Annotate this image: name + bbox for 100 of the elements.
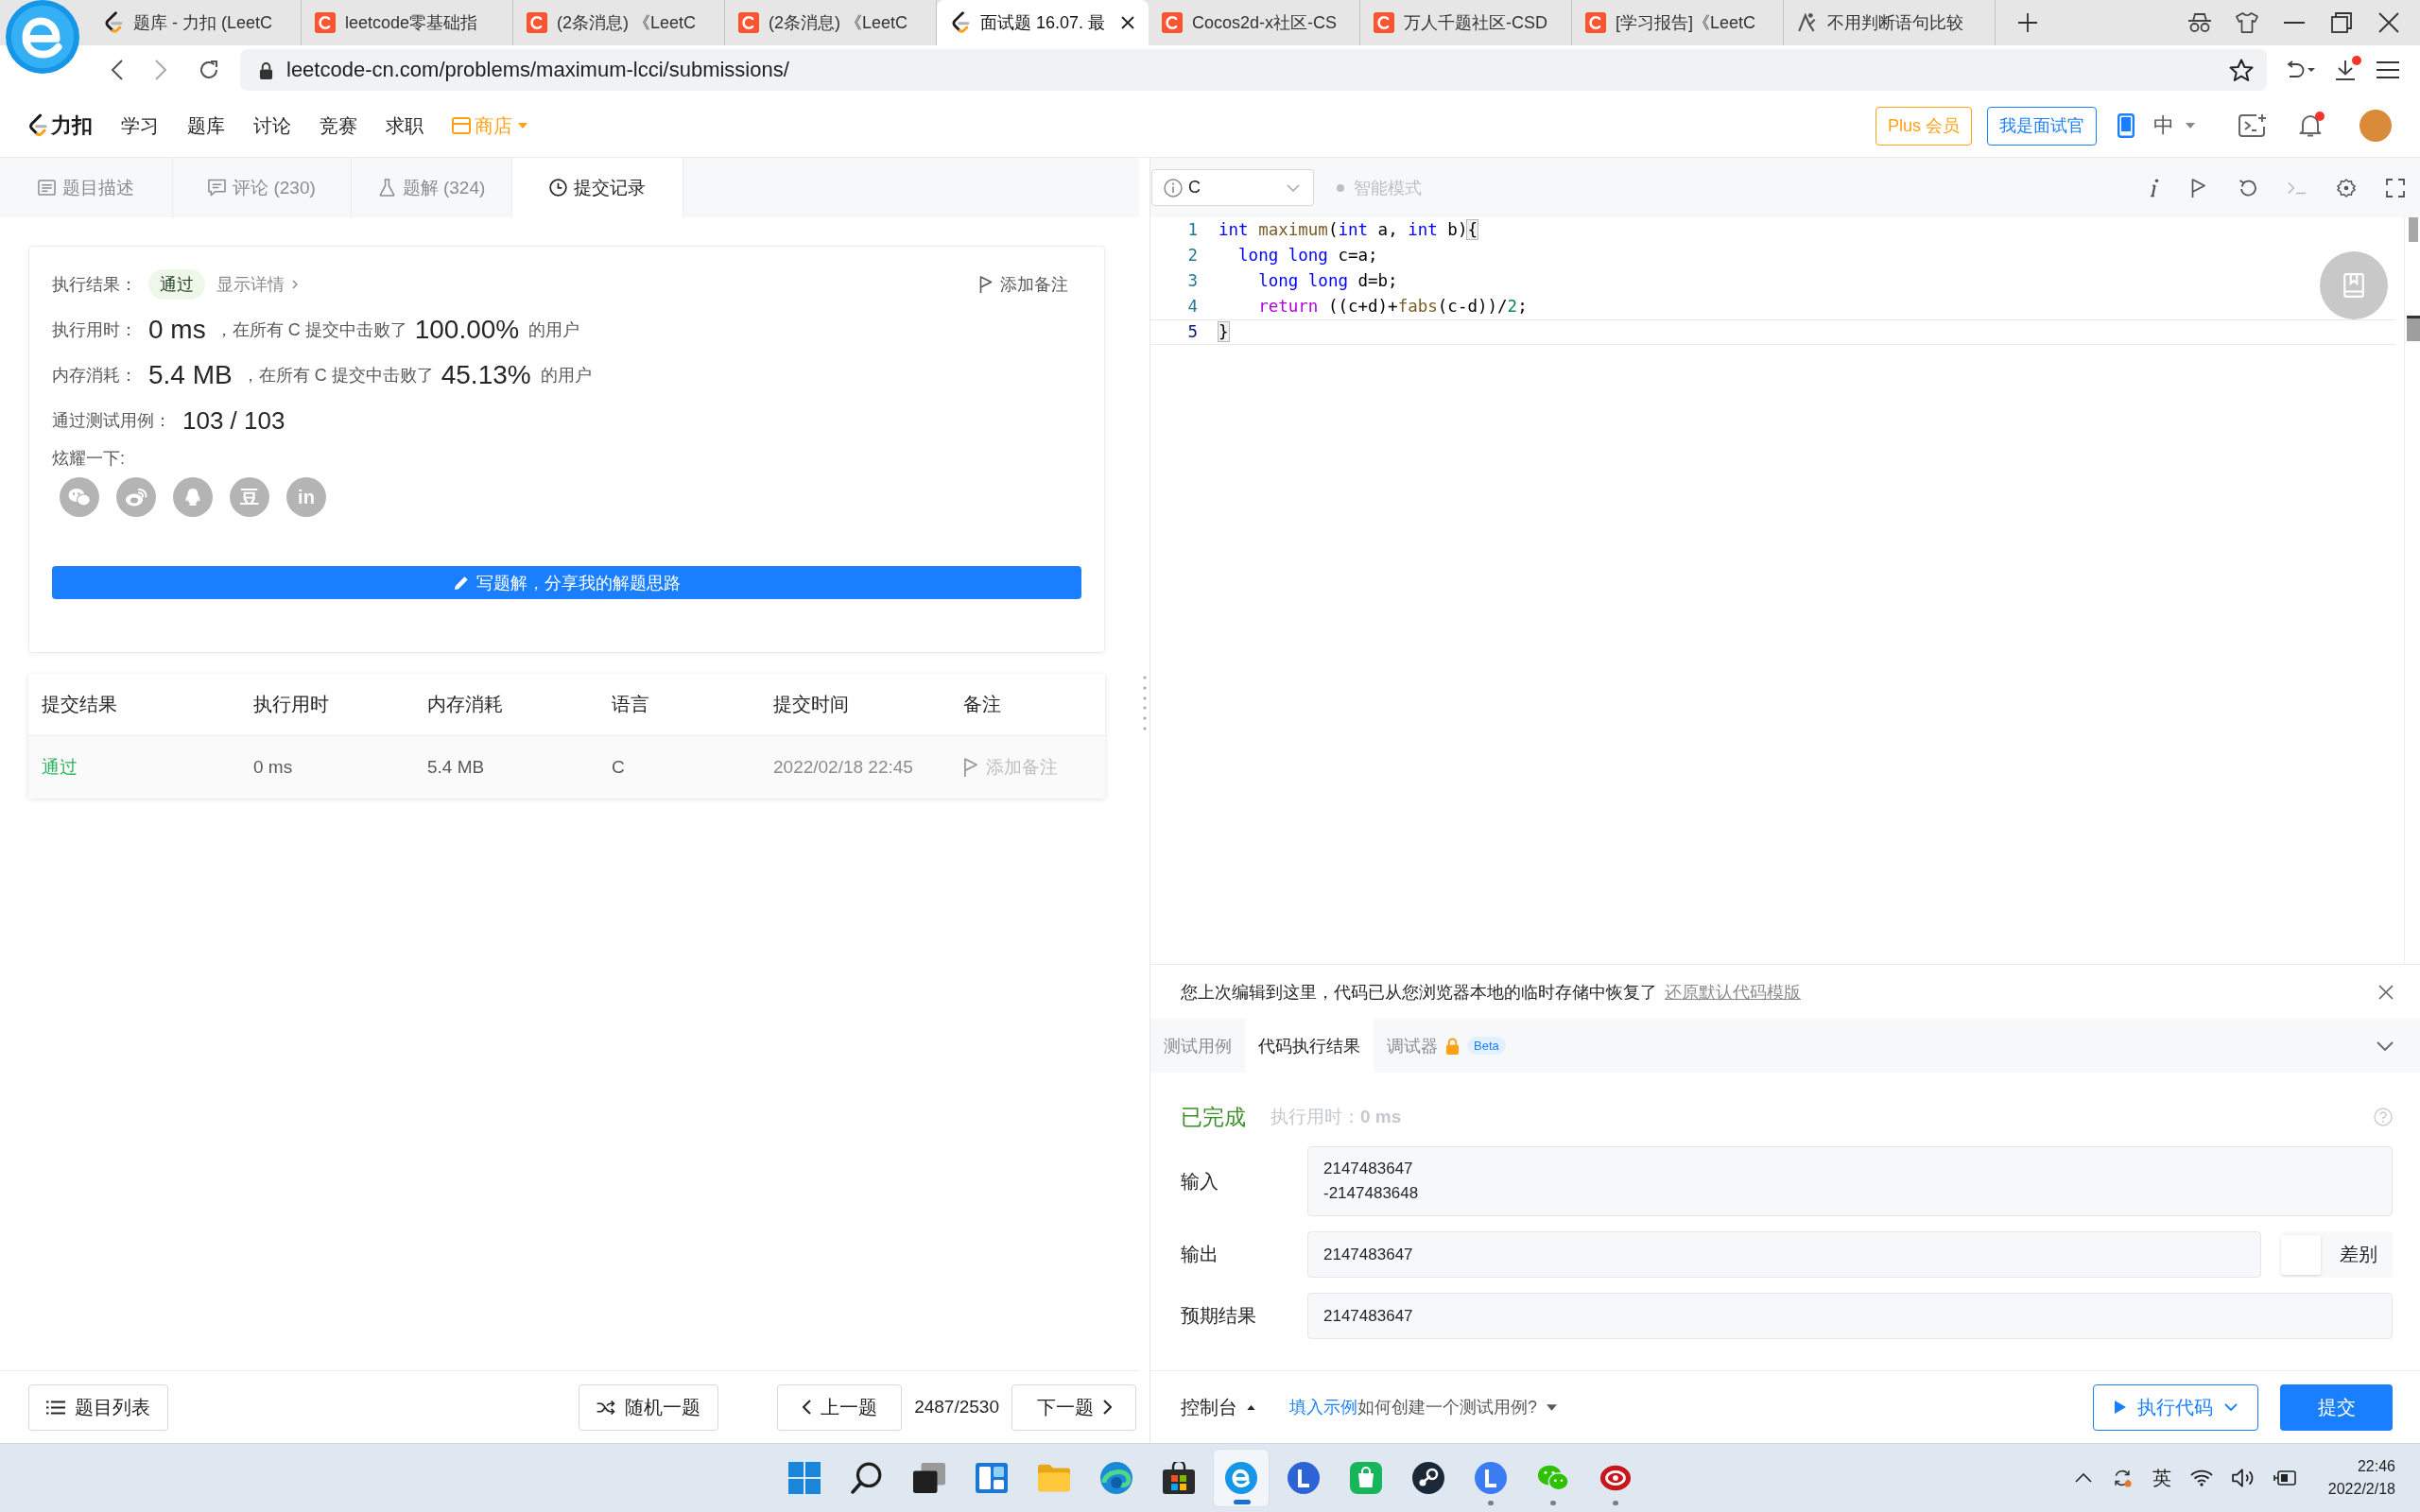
info-icon[interactable]: [2150, 178, 2159, 198]
beta-badge: Beta: [1467, 1037, 1506, 1055]
console-button[interactable]: 控制台: [1181, 1394, 1255, 1420]
cursor-marker: [2407, 316, 2420, 341]
close-icon[interactable]: [1121, 16, 1134, 29]
code-line: int maximum(int a, int b){: [1219, 219, 1478, 241]
menu-icon[interactable]: [2377, 61, 2399, 78]
column-header: 提交时间: [773, 693, 850, 716]
tablet-icon[interactable]: [2118, 113, 2135, 138]
previous-problem-button[interactable]: 上一题: [777, 1383, 903, 1431]
field-label: 输入: [1181, 1169, 1219, 1194]
stat-value: 5.4 MB: [148, 360, 233, 390]
chevron-up-icon[interactable]: [2074, 1473, 2092, 1483]
random-problem-button[interactable]: 随机一题: [579, 1383, 719, 1431]
code-editor[interactable]: 1 int maximum(int a, int b){ 2 long long c=a; 3 long long d=b; 4 return ((c+d)+fabs(c-d))/2; 5 }: [1150, 217, 2420, 964]
caret-up-icon: [1247, 1404, 1255, 1410]
field-label: 内存消耗：: [52, 365, 137, 387]
task-view-icon: [913, 1462, 945, 1494]
status-badge: 通过: [148, 269, 205, 300]
flag-icon: [963, 758, 978, 777]
reload-icon[interactable]: [199, 60, 219, 80]
language-select[interactable]: C: [1151, 169, 1314, 206]
help-link[interactable]: 如何创建一个测试用例?: [1357, 1396, 1557, 1418]
console-tab[interactable]: 代码执行结果: [1245, 1019, 1374, 1073]
bookmark-star-icon[interactable]: [2229, 58, 2254, 82]
user-avatar[interactable]: [2360, 110, 2392, 142]
flag-icon: [979, 276, 993, 293]
line-number: 1: [1186, 219, 1198, 241]
clock-time[interactable]: 22:46: [2357, 1455, 2395, 1478]
restore-icon[interactable]: [2329, 12, 2354, 33]
address-field[interactable]: leetcode-cn.com/problems/maximum-lcci/submissions/: [240, 49, 2267, 91]
battery-icon[interactable]: [2273, 1469, 2296, 1487]
bell-icon[interactable]: [2299, 113, 2322, 138]
input-method-indicator[interactable]: 英: [2152, 1465, 2171, 1491]
home-link[interactable]: 力扣: [28, 112, 93, 140]
start-icon: [788, 1462, 821, 1494]
toggle-switch[interactable]: [2281, 1234, 2321, 1275]
caret-down-icon: [518, 123, 527, 129]
scrollbar-thumb[interactable]: [2409, 217, 2418, 242]
nav-link[interactable]: 讨论: [253, 112, 291, 139]
code-line: return ((c+d)+fabs(c-d))/2;: [1257, 296, 1528, 318]
field-label: 输出: [1181, 1243, 1219, 1266]
shirt-icon[interactable]: [2235, 12, 2259, 33]
field-label: 预期结果: [1181, 1304, 1257, 1328]
run-code-button[interactable]: 执行代码: [2093, 1383, 2258, 1431]
testcase-count: 103 / 103: [182, 405, 285, 436]
column-header: 提交结果: [42, 693, 118, 716]
line-number: 5: [1186, 321, 1198, 343]
chevron-down-icon[interactable]: [2377, 1040, 2394, 1051]
fill-example-link[interactable]: 填入示例: [1289, 1396, 1357, 1418]
glasses-icon[interactable]: [2187, 12, 2212, 33]
chevron-left-icon: [802, 1400, 811, 1415]
book-icon: [2343, 273, 2364, 298]
shopping-bag-icon: [1350, 1462, 1382, 1494]
line-number: 2: [1186, 245, 1198, 266]
submit-button[interactable]: 提交: [2280, 1383, 2393, 1431]
problem-position: 2487/2530: [914, 1397, 999, 1418]
field-label: 执行结果：: [52, 274, 137, 296]
share-label: 炫耀一下:: [52, 448, 126, 470]
settings-icon[interactable]: [2337, 178, 2356, 198]
wifi-icon[interactable]: [2189, 1469, 2213, 1487]
flag-icon[interactable]: [2189, 178, 2208, 198]
tile-logo-icon: [1374, 11, 1394, 34]
problem-list-button[interactable]: 题目列表: [28, 1383, 168, 1431]
store-bag-icon: [1163, 1462, 1195, 1494]
drag-handle-icon[interactable]: [1142, 676, 1147, 730]
diff-toggle[interactable]: 差别: [2281, 1231, 2393, 1278]
document-icon: [38, 179, 56, 197]
console-icon[interactable]: [2238, 113, 2267, 138]
comment-icon: [208, 179, 227, 197]
nav-link[interactable]: 学习: [121, 112, 159, 139]
nav-link[interactable]: 竞赛: [320, 112, 357, 139]
new-tab-icon[interactable]: [2018, 13, 2037, 32]
nav-link[interactable]: 求职: [386, 112, 424, 139]
write-solution-button[interactable]: 写题解，分享我的解题思路: [52, 566, 1081, 599]
language-menu[interactable]: 中: [2153, 112, 2195, 140]
nav-link[interactable]: 题库: [187, 112, 225, 139]
beats-text: ，在所有 C 提交中击败了: [241, 365, 434, 387]
pencil-icon: [453, 575, 469, 591]
site-logo-icon: [103, 11, 124, 34]
speaker-icon[interactable]: [2231, 1469, 2255, 1487]
problem-tab[interactable]: 提交记录: [512, 158, 683, 217]
chevron-down-icon: [1287, 183, 1300, 192]
code-line: long long d=b;: [1257, 270, 1398, 292]
download-icon[interactable]: [2335, 60, 2356, 80]
browser-tab[interactable]: 面试题 16.07. 最: [937, 0, 1149, 45]
interviewer-button[interactable]: 我是面试官: [1987, 106, 2097, 146]
chat-bubbles-icon: [68, 488, 91, 507]
fullscreen-icon[interactable]: [2386, 178, 2405, 198]
clock-date[interactable]: 2022/2/18: [2327, 1478, 2395, 1501]
site-logo-icon: [28, 113, 47, 138]
next-problem-button[interactable]: 下一题: [1011, 1383, 1136, 1431]
reset-icon[interactable]: [2238, 178, 2257, 198]
close-icon[interactable]: [2377, 12, 2401, 33]
chevron-right-icon: [292, 280, 298, 289]
runtime-value: 0 ms: [1360, 1107, 1402, 1127]
back-icon[interactable]: [112, 60, 123, 80]
add-note-link[interactable]: 添加备注: [979, 273, 1068, 296]
chevron-right-icon: [1102, 1400, 1112, 1415]
store-icon: [452, 117, 471, 134]
